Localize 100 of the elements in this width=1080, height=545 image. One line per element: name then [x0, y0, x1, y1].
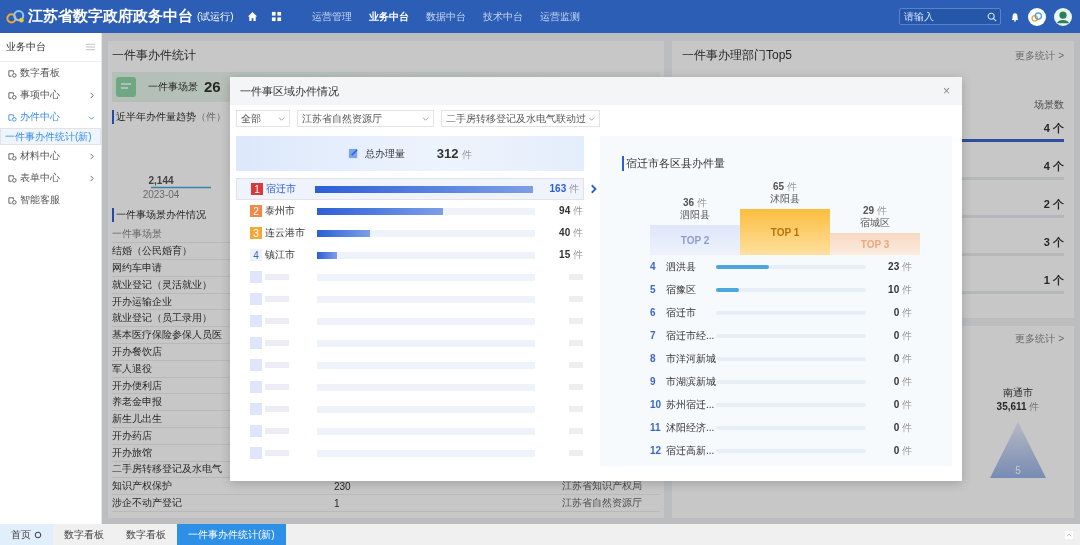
caret-icon [588, 115, 595, 122]
table-cell: 开办运输企业 [112, 295, 172, 307]
sidebar-item[interactable]: 数字看板 [0, 62, 101, 84]
table-cell: 军人退役 [112, 362, 152, 374]
column-header: 场景数 [1034, 99, 1064, 110]
stat-value: 26 [204, 78, 221, 96]
district-name: 苏州宿迁... [666, 397, 716, 412]
sidebar-item[interactable]: 智能客服 [0, 189, 101, 211]
page-tab[interactable]: 首页 [0, 524, 53, 545]
caret-icon [278, 115, 285, 122]
district-name: 市洋河新城 [666, 351, 716, 366]
count-value: 40 件 [558, 226, 583, 240]
home-icon[interactable] [246, 11, 258, 22]
filter-select[interactable]: 江苏省自然资源厅 [297, 110, 434, 127]
nav-tab[interactable]: 运营监测 [539, 9, 580, 24]
podium-block: TOP 3 [830, 233, 920, 255]
filter-select[interactable]: 二手房转移登记及水电气联动过 [441, 110, 600, 127]
page-tab[interactable]: 数字看板 [115, 524, 177, 545]
blurred-badge [250, 447, 262, 459]
chevron-right-icon[interactable] [591, 184, 597, 194]
podium-block: TOP 2 [650, 225, 740, 255]
count-value: 29 件 [863, 205, 887, 216]
nav-tab[interactable]: 技术中台 [482, 9, 523, 24]
filter-select[interactable]: 全部 [236, 110, 290, 127]
unit-label: （件） [196, 109, 226, 124]
rank-number: 5 [650, 284, 657, 295]
count-value: 0 件 [892, 351, 912, 366]
nav-tab[interactable]: 运营管理 [311, 9, 352, 24]
district-name: 泗阳县 [680, 208, 710, 222]
sidebar-item[interactable]: 材料中心 [0, 145, 101, 167]
user-avatar[interactable] [1054, 7, 1072, 26]
count-value: 65 件 [773, 181, 797, 192]
blurred-badge [250, 293, 262, 305]
table-cell: 开办旅馆 [112, 446, 152, 458]
search-field[interactable]: 请输入 [899, 8, 1001, 25]
page-icon [8, 68, 17, 78]
table-cell: 养老金申报 [112, 396, 162, 408]
blurred-badge [250, 315, 262, 327]
count-value: 4 个 [1043, 158, 1064, 174]
count-value: 2 个 [1043, 196, 1064, 212]
section-title: 宿迁市各区县办件量 [622, 156, 725, 171]
rank-badge: 2 [250, 205, 262, 217]
bell-icon[interactable] [1010, 11, 1020, 22]
count-value: 15 件 [558, 248, 583, 262]
count-value: 0 件 [892, 443, 912, 458]
page-icon [8, 151, 17, 161]
count-value: 1 个 [1043, 272, 1064, 288]
podium-block: TOP 1 [740, 209, 830, 255]
refresh-icon[interactable] [34, 530, 42, 539]
rank-number: 10 [650, 399, 663, 410]
table-cell: 涉企不动产登记 [112, 497, 182, 509]
count-value: 4 个 [1043, 120, 1064, 136]
trend-line [151, 186, 211, 190]
page-icon [8, 90, 17, 100]
rank-number: 7 [650, 330, 657, 341]
page-tab[interactable]: 数字看板 [53, 524, 115, 545]
page-icon [8, 195, 17, 205]
table-cell: 知识产权保护 [112, 480, 172, 492]
table-cell: 开办便利店 [112, 379, 162, 391]
district-name: 泗洪县 [666, 259, 697, 274]
blurred-badge [250, 359, 262, 371]
caret-icon [422, 115, 429, 122]
table-cell: 基本医疗保险参保人员医 [112, 329, 222, 341]
stat-label: 一件事场景 [148, 79, 198, 94]
table-cell: 就业登记（灵活就业） [112, 278, 212, 290]
city-row[interactable]: 2 泰州市 94 件 [236, 200, 584, 222]
city-name: 镇江市 [265, 248, 296, 262]
table-cell-text: 江苏省自然资源厅 [562, 496, 643, 511]
search-icon[interactable] [987, 11, 997, 22]
nav-tab[interactable]: 数据中台 [425, 9, 466, 24]
org-logo-icon[interactable] [1028, 7, 1046, 26]
rank-number: 8 [650, 353, 657, 364]
sidebar-title: 业务中台 [6, 40, 46, 54]
table-cell: 开办餐饮店 [112, 345, 162, 357]
sidebar-item[interactable]: 办件中心 [0, 106, 101, 128]
count-value: 94 件 [558, 204, 583, 218]
chevron-icon [88, 91, 95, 99]
count-value: 0 件 [892, 328, 912, 343]
sidebar-item[interactable]: 表单中心 [0, 167, 101, 189]
blurred-badge [250, 271, 262, 283]
rank-number: 11 [650, 422, 662, 433]
document-icon [116, 76, 136, 97]
count-value: 23 件 [887, 259, 912, 274]
blurred-badge [250, 403, 262, 415]
table-cell-text: 江苏省知识产权局 [562, 479, 643, 494]
city-row[interactable]: 4 镇江市 15 件 [236, 244, 584, 266]
sidebar-item[interactable]: 事项中心 [0, 84, 101, 106]
city-name: 泰州市 [265, 204, 296, 218]
edit-icon [347, 148, 359, 159]
district-name: 宿豫区 [666, 282, 697, 297]
table-cell: 结婚（公民婚育） [112, 245, 192, 257]
table-cell-text: 230 [334, 480, 352, 492]
city-row[interactable]: 3 连云港市 40 件 [236, 222, 584, 244]
nav-tab[interactable]: 业务中台 [368, 9, 409, 24]
count-value: 163 件 [548, 182, 579, 196]
count-value: 10 件 [887, 282, 912, 297]
rank-number: 9 [650, 376, 657, 387]
blurred-badge [250, 337, 262, 349]
grid-icon[interactable] [270, 11, 282, 22]
app-subtitle: (试运行) [197, 9, 234, 24]
